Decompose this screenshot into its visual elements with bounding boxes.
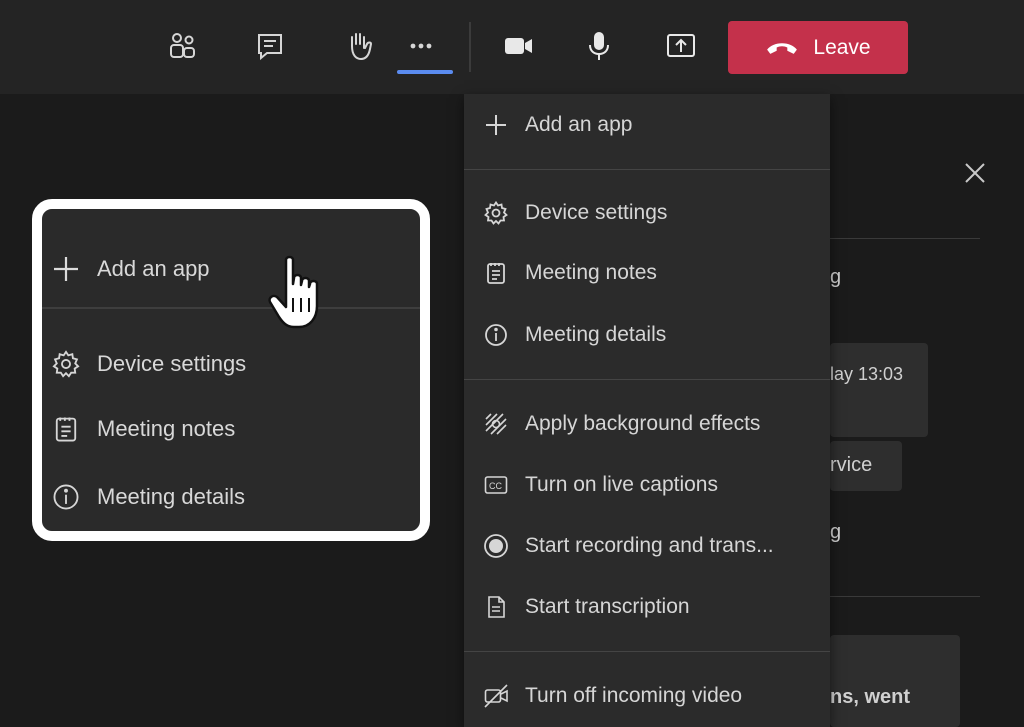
chat-text-fragment: g (830, 521, 842, 543)
menu-item-start-recording[interactable]: Start recording and trans... (464, 518, 830, 574)
raise-hand-button[interactable] (334, 20, 384, 72)
callout-item-label: Device settings (97, 351, 247, 376)
chat-message-bubble (830, 635, 960, 727)
info-icon (50, 481, 82, 513)
menu-item-device-settings[interactable]: Device settings (464, 185, 830, 241)
menu-item-live-captions[interactable]: CC Turn on live captions (464, 457, 830, 513)
hang-up-icon (767, 43, 798, 54)
leave-label: Leave (813, 35, 871, 59)
raise-hand-icon (351, 33, 373, 61)
active-tab-indicator (397, 70, 453, 74)
callout-item-add-an-app[interactable]: Add an app (42, 239, 420, 299)
more-actions-icon (410, 43, 432, 49)
chat-message-bubble (830, 343, 928, 437)
camera-icon (505, 38, 532, 54)
menu-item-label: Meeting notes (525, 261, 657, 284)
chat-text-fragment: rvice (830, 454, 873, 476)
camera-button[interactable] (493, 20, 543, 72)
menu-item-start-transcription[interactable]: Start transcription (464, 579, 830, 635)
menu-separator (464, 169, 830, 170)
notes-icon (482, 259, 510, 287)
plus-icon (50, 253, 82, 285)
gear-icon (482, 199, 510, 227)
menu-item-meeting-notes[interactable]: Meeting notes (464, 245, 830, 301)
info-icon (482, 321, 510, 349)
menu-item-label: Device settings (525, 201, 668, 224)
menu-item-label: Start recording and trans... (525, 534, 774, 557)
toolbar-divider (469, 22, 471, 72)
hand-cursor-icon (268, 255, 319, 329)
meeting-toolbar: Leave (0, 0, 1024, 94)
captions-icon: CC (482, 471, 510, 499)
zoomed-menu-callout: Add an app Device settings Meeting notes… (32, 199, 430, 541)
menu-item-add-an-app[interactable]: Add an app (464, 97, 830, 153)
more-actions-menu: Add an app Device settings Meeting notes… (464, 94, 830, 727)
share-screen-button[interactable] (656, 20, 706, 72)
menu-item-label: Turn on live captions (525, 473, 718, 496)
microphone-icon (589, 32, 609, 60)
menu-item-background-effects[interactable]: Apply background effects (464, 396, 830, 452)
callout-separator (42, 307, 420, 309)
notes-icon (50, 413, 82, 445)
menu-item-label: Meeting details (525, 323, 667, 346)
callout-item-label: Meeting notes (97, 416, 236, 441)
callout-item-meeting-details[interactable]: Meeting details (42, 467, 420, 527)
menu-item-meeting-details[interactable]: Meeting details (464, 307, 830, 363)
leave-button[interactable]: Leave (728, 21, 908, 74)
chat-text-fragment: ns, went (830, 686, 911, 708)
chat-timestamp-fragment: lay 13:03 (830, 364, 904, 384)
menu-item-turn-off-incoming-video[interactable]: Turn off incoming video (464, 668, 830, 724)
participants-button[interactable] (158, 20, 208, 72)
share-screen-icon (667, 34, 695, 57)
menu-separator (464, 651, 830, 652)
menu-separator (464, 379, 830, 380)
chat-button[interactable] (245, 20, 295, 72)
menu-item-label: Add an app (525, 113, 633, 136)
svg-text:CC: CC (489, 481, 502, 491)
callout-item-meeting-notes[interactable]: Meeting notes (42, 399, 420, 459)
callout-item-label: Meeting details (97, 484, 245, 509)
close-icon[interactable] (962, 160, 988, 186)
panel-divider (830, 596, 980, 597)
chat-text-fragment: g (830, 266, 842, 288)
panel-divider (830, 238, 980, 239)
plus-icon (482, 111, 510, 139)
callout-item-label: Add an app (97, 256, 210, 281)
chat-icon (258, 34, 282, 61)
record-icon (482, 532, 510, 560)
video-off-icon (482, 682, 510, 710)
transcript-icon (482, 593, 510, 621)
menu-item-label: Turn off incoming video (525, 684, 743, 707)
background-effects-icon (482, 410, 510, 438)
menu-item-label: Start transcription (525, 595, 690, 618)
menu-item-label: Apply background effects (525, 412, 761, 435)
callout-item-device-settings[interactable]: Device settings (42, 334, 420, 394)
participants-icon (170, 33, 195, 58)
gear-icon (50, 348, 82, 380)
more-actions-button[interactable] (396, 20, 446, 72)
microphone-button[interactable] (574, 20, 624, 72)
